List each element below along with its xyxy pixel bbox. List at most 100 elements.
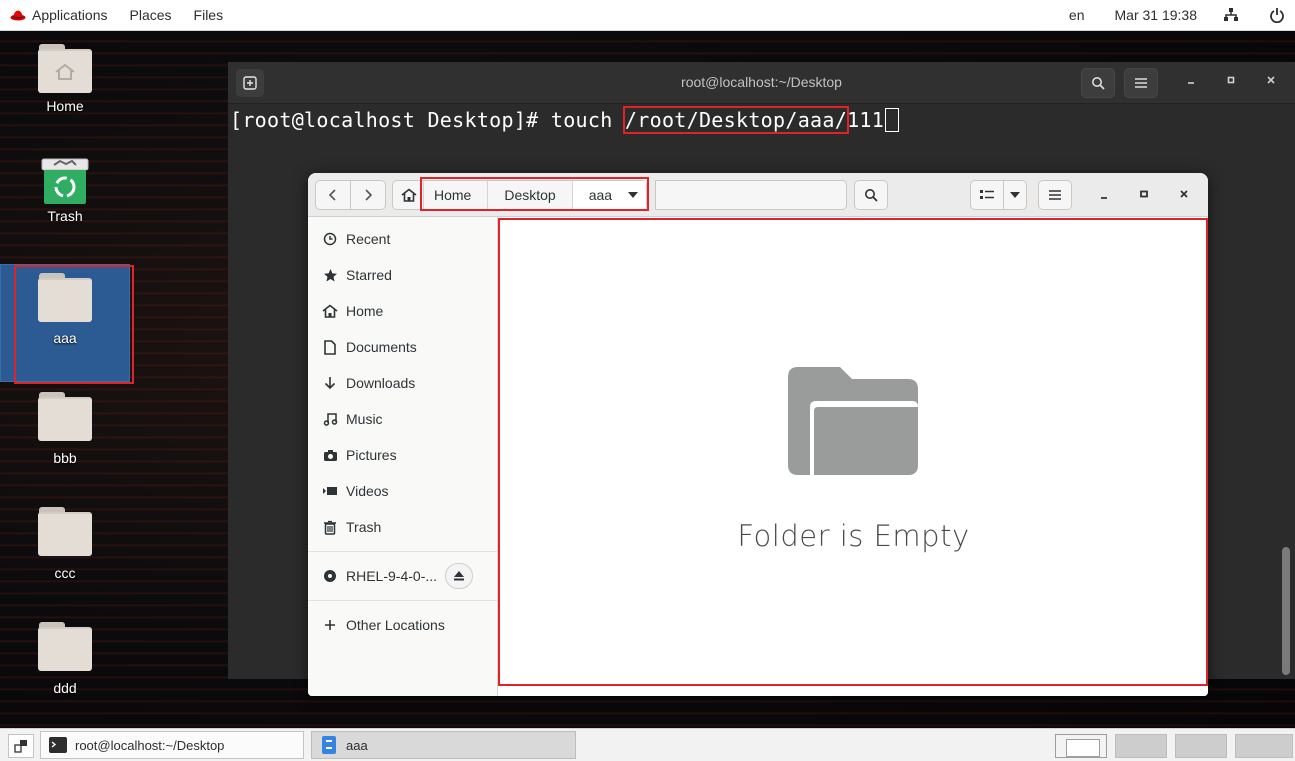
chevron-right-icon	[365, 189, 373, 201]
terminal-icon	[49, 737, 67, 753]
download-icon	[322, 375, 338, 391]
sidebar-item-label: Documents	[346, 339, 417, 355]
breadcrumb-home[interactable]: Home	[424, 181, 489, 209]
file-manager-window[interactable]: Home Desktop aaa Recent Starred Home Doc…	[308, 173, 1208, 696]
minimize-icon	[1101, 197, 1107, 199]
home-folder-icon	[38, 44, 92, 93]
sidebar-item-other-locations[interactable]: Other Locations	[308, 607, 497, 643]
search-icon	[1092, 77, 1105, 90]
sidebar-item-downloads[interactable]: Downloads	[308, 365, 497, 401]
breadcrumb-aaa-label: aaa	[588, 187, 613, 203]
maximize-icon	[1140, 190, 1148, 198]
files-menu-button[interactable]	[1038, 180, 1072, 210]
search-button[interactable]	[854, 180, 888, 210]
breadcrumb[interactable]: Home Desktop aaa	[392, 180, 648, 210]
desktop-icon-trash[interactable]: Trash	[1, 152, 129, 266]
new-tab-icon	[243, 75, 257, 90]
folder-content-area[interactable]: Folder is Empty	[499, 217, 1208, 696]
terminal-search-button[interactable]	[1081, 68, 1115, 98]
close-icon	[1180, 190, 1188, 198]
show-desktop-button[interactable]	[8, 734, 34, 758]
taskbar-item-label: aaa	[346, 737, 368, 753]
network-icon[interactable]	[1223, 7, 1239, 23]
sidebar-item-label: Downloads	[346, 375, 416, 391]
language-indicator[interactable]: en	[1069, 7, 1085, 23]
sidebar-item-home[interactable]: Home	[308, 293, 497, 329]
folder-icon	[38, 507, 92, 556]
files-maximize-button[interactable]	[1136, 186, 1152, 202]
new-tab-button[interactable]	[236, 68, 264, 97]
files-minimize-button[interactable]	[1096, 186, 1112, 202]
workspace-2[interactable]	[1115, 734, 1167, 758]
places-menu[interactable]: Places	[130, 7, 172, 23]
breadcrumb-desktop[interactable]: Desktop	[488, 181, 573, 209]
sidebar-item-pictures[interactable]: Pictures	[308, 437, 497, 473]
terminal-minimize-button[interactable]	[1181, 72, 1201, 88]
desktop-icon-home[interactable]: Home	[1, 36, 129, 150]
sidebar-separator	[308, 600, 497, 601]
forward-button[interactable]	[350, 180, 386, 210]
sidebar-item-label: Home	[346, 303, 384, 319]
files-app-menu[interactable]: Files	[194, 7, 224, 23]
sidebar-item-label: Starred	[346, 267, 392, 283]
sidebar-item-recent[interactable]: Recent	[308, 221, 497, 257]
trash-can-icon	[41, 158, 89, 204]
optical-disc-icon	[322, 568, 338, 584]
workspace-3[interactable]	[1175, 734, 1227, 758]
view-mode-button[interactable]	[970, 180, 1004, 210]
taskbar-item-terminal[interactable]: root@localhost:~/Desktop	[40, 731, 304, 759]
desktop-icon-label: aaa	[53, 330, 77, 346]
terminal-output[interactable]: [root@localhost Desktop]# touch /root/De…	[228, 104, 1295, 136]
sidebar-item-label: Pictures	[346, 447, 397, 463]
workspace-4[interactable]	[1235, 734, 1293, 758]
sidebar-item-videos[interactable]: Videos	[308, 473, 497, 509]
desktop-icon-label: ccc	[54, 565, 76, 581]
sidebar-item-starred[interactable]: Starred	[308, 257, 497, 293]
desktop-icon-label: Home	[46, 98, 84, 114]
desktop-icon-bbb[interactable]: bbb	[1, 384, 129, 498]
files-close-button[interactable]	[1176, 186, 1192, 202]
clock[interactable]: Mar 31 19:38	[1115, 7, 1198, 23]
sidebar-separator	[308, 551, 497, 552]
desktop-icon-label: Trash	[47, 208, 83, 224]
back-button[interactable]	[315, 180, 351, 210]
sidebar-item-music[interactable]: Music	[308, 401, 497, 437]
list-view-icon	[980, 190, 994, 199]
workspace-1[interactable]	[1055, 734, 1107, 758]
desktop-icon-ddd[interactable]: ddd	[1, 614, 129, 728]
power-icon[interactable]	[1269, 7, 1285, 23]
terminal-maximize-button[interactable]	[1221, 72, 1241, 88]
view-options-button[interactable]	[1003, 180, 1027, 210]
sidebar-item-documents[interactable]: Documents	[308, 329, 497, 365]
hamburger-menu-icon	[1135, 78, 1147, 88]
terminal-typed-text: 111	[847, 108, 885, 132]
hamburger-menu-icon	[1049, 190, 1061, 200]
sidebar-item-label: Videos	[346, 483, 389, 499]
file-cabinet-icon	[322, 736, 336, 754]
eject-button[interactable]	[445, 563, 474, 589]
terminal-highlighted-path: /root/Desktop/aaa/	[622, 106, 850, 134]
terminal-scrollbar[interactable]	[1282, 547, 1290, 675]
sidebar-item-label: Trash	[346, 519, 382, 535]
sidebar-item-trash[interactable]: Trash	[308, 509, 497, 545]
breadcrumb-home-icon-button[interactable]	[393, 181, 424, 209]
terminal-menu-button[interactable]	[1124, 68, 1158, 98]
terminal-close-button[interactable]	[1261, 72, 1281, 88]
applications-menu[interactable]: Applications	[32, 7, 108, 23]
empty-folder-message: Folder is Empty	[737, 519, 970, 553]
file-manager-headerbar[interactable]: Home Desktop aaa	[308, 173, 1208, 217]
terminal-prompt: [root@localhost Desktop]# touch	[230, 108, 625, 132]
sidebar-item-device[interactable]: RHEL-9-4-0-...	[308, 558, 497, 594]
trash-icon	[322, 519, 338, 535]
eject-icon	[454, 571, 465, 581]
desktop-icon-ccc[interactable]: ccc	[1, 499, 129, 613]
desktop-icon-label: ddd	[53, 680, 77, 696]
bottom-taskbar: root@localhost:~/Desktop aaa	[0, 728, 1295, 761]
desktop-icon-aaa[interactable]: aaa	[0, 264, 130, 382]
sidebar-device-label: RHEL-9-4-0-...	[346, 568, 438, 584]
breadcrumb-aaa[interactable]: aaa	[572, 181, 647, 209]
sidebar-item-label: Recent	[346, 231, 391, 247]
terminal-cursor	[885, 108, 900, 132]
terminal-titlebar[interactable]: root@localhost:~/Desktop	[228, 62, 1295, 104]
taskbar-item-files[interactable]: aaa	[311, 731, 576, 759]
